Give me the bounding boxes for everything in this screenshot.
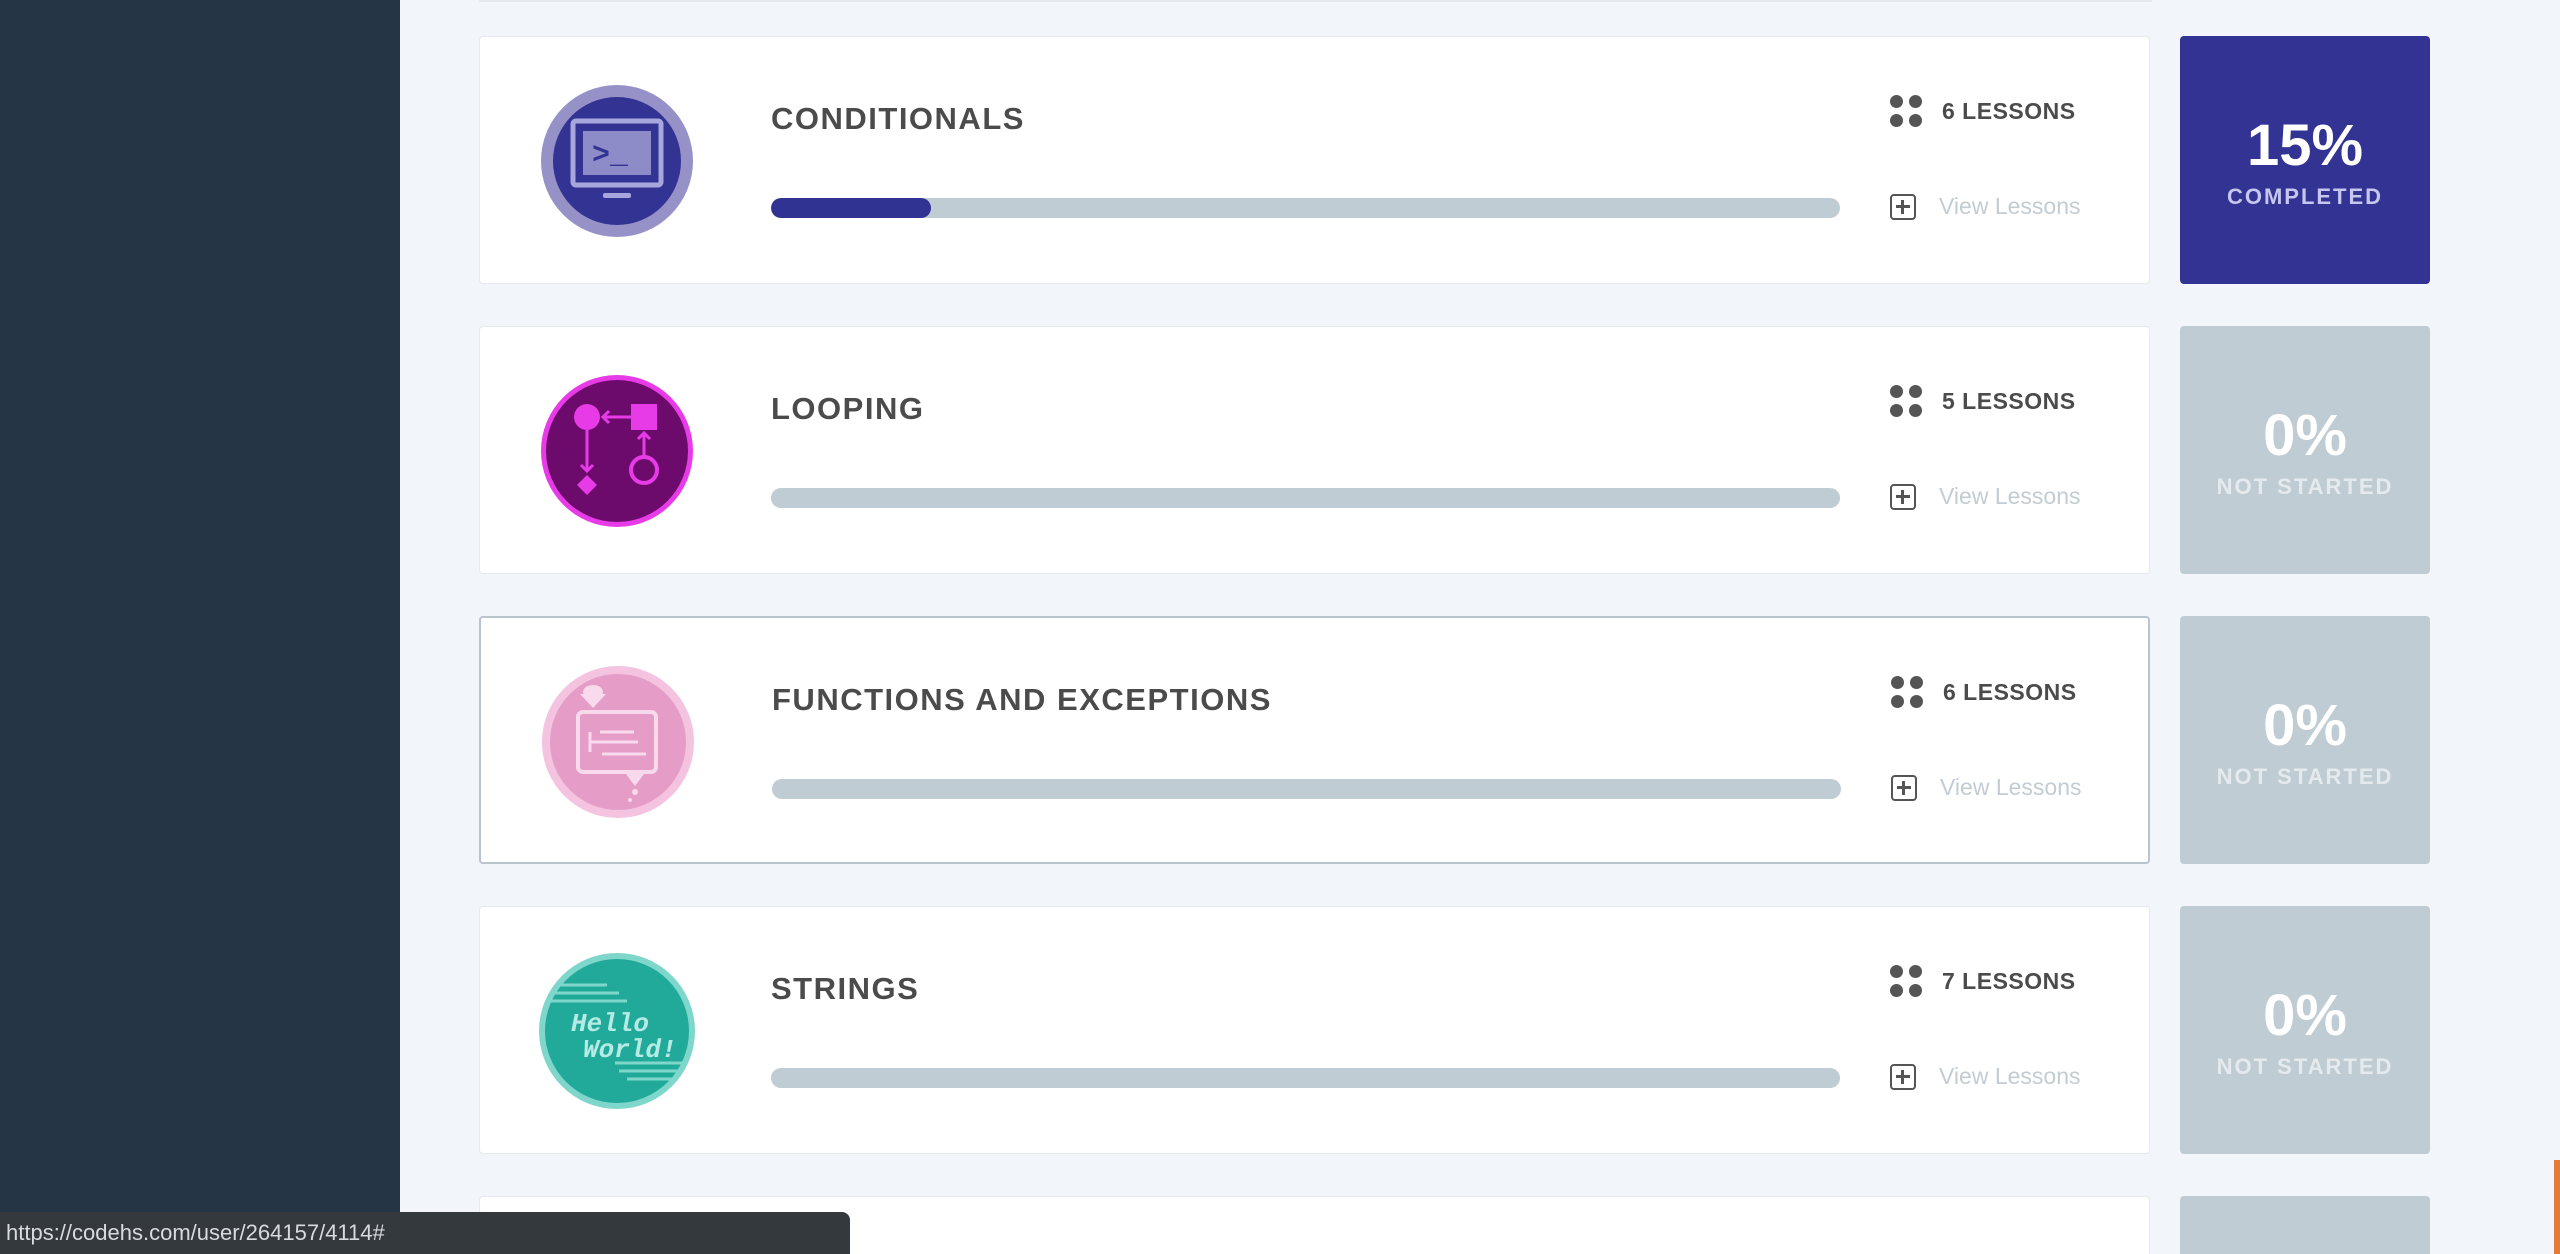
grid-dots-icon <box>1890 965 1922 997</box>
progress-fill <box>771 198 932 218</box>
lesson-count: 7 LESSONS <box>1890 965 2076 997</box>
grid-dots-icon <box>1890 95 1922 127</box>
lesson-count: 6 LESSONS <box>1891 676 2077 708</box>
terminal-icon: >_ <box>537 81 697 241</box>
course-title: FUNCTIONS AND EXCEPTIONS <box>772 682 1272 717</box>
status-label: NOT STARTED <box>2216 1054 2394 1079</box>
progress-bar <box>771 488 1840 508</box>
view-lessons-label: View Lessons <box>1939 193 2081 219</box>
lesson-count-label: 7 LESSONS <box>1942 967 2076 994</box>
plus-box-icon <box>1890 193 1916 220</box>
progress-bar <box>771 1068 1840 1088</box>
progress-bar <box>772 779 1841 799</box>
view-lessons-label: View Lessons <box>1940 774 2082 800</box>
lesson-count-label: 6 LESSONS <box>1943 678 2077 705</box>
view-lessons-label: View Lessons <box>1939 483 2081 509</box>
status-tile-functions: 0% NOT STARTED <box>2180 616 2430 864</box>
plus-box-icon <box>1890 483 1916 510</box>
function-machine-icon <box>538 662 698 822</box>
status-label: NOT STARTED <box>2216 764 2394 789</box>
course-card-strings: Hello World! STRINGS 7 LESSONS View Less… <box>479 906 2150 1154</box>
status-label: NOT STARTED <box>2216 474 2394 499</box>
view-lessons-link[interactable]: View Lessons <box>1890 1063 2081 1090</box>
hello-world-icon: Hello World! <box>537 951 697 1111</box>
browser-status-url: https://codehs.com/user/264157/4114# <box>0 1212 850 1254</box>
course-card-looping: LOOPING 5 LESSONS View Lessons <box>479 326 2150 574</box>
status-tile-next <box>2180 1196 2430 1254</box>
course-title: CONDITIONALS <box>771 101 1025 136</box>
lesson-count-label: 6 LESSONS <box>1942 97 2076 124</box>
lesson-count: 6 LESSONS <box>1890 95 2076 127</box>
svg-text:>_: >_ <box>592 139 629 173</box>
status-label: COMPLETED <box>2226 184 2384 209</box>
course-title: STRINGS <box>771 971 920 1006</box>
view-lessons-label: View Lessons <box>1939 1063 2081 1089</box>
plus-box-icon <box>1890 1063 1916 1090</box>
course-title: LOOPING <box>771 391 925 426</box>
grid-dots-icon <box>1890 385 1922 417</box>
lesson-count-label: 5 LESSONS <box>1942 387 2076 414</box>
status-tile-strings: 0% NOT STARTED <box>2180 906 2430 1154</box>
status-percent: 15% <box>2246 113 2364 178</box>
previous-card-edge <box>479 0 2152 2</box>
course-card-conditionals: >_ CONDITIONALS 6 LESSONS View Lessons <box>479 36 2150 284</box>
status-tile-looping: 0% NOT STARTED <box>2180 326 2430 574</box>
world-text: World! <box>583 1035 677 1065</box>
status-percent: 0% <box>2263 983 2347 1048</box>
status-tile-conditionals: 15% COMPLETED <box>2180 36 2430 284</box>
plus-box-icon <box>1891 774 1917 801</box>
view-lessons-link[interactable]: View Lessons <box>1891 774 2082 801</box>
status-percent: 0% <box>2263 693 2347 758</box>
grid-dots-icon <box>1891 676 1923 708</box>
view-lessons-link[interactable]: View Lessons <box>1890 483 2081 510</box>
course-card-functions: FUNCTIONS AND EXCEPTIONS 6 LESSONS View … <box>479 616 2150 864</box>
flowchart-icon <box>537 371 697 531</box>
sidebar <box>0 0 400 1254</box>
status-percent: 0% <box>2263 403 2347 468</box>
view-lessons-link[interactable]: View Lessons <box>1890 193 2081 220</box>
scroll-edge <box>2554 1160 2560 1254</box>
lesson-count: 5 LESSONS <box>1890 385 2076 417</box>
progress-bar <box>771 198 1840 218</box>
